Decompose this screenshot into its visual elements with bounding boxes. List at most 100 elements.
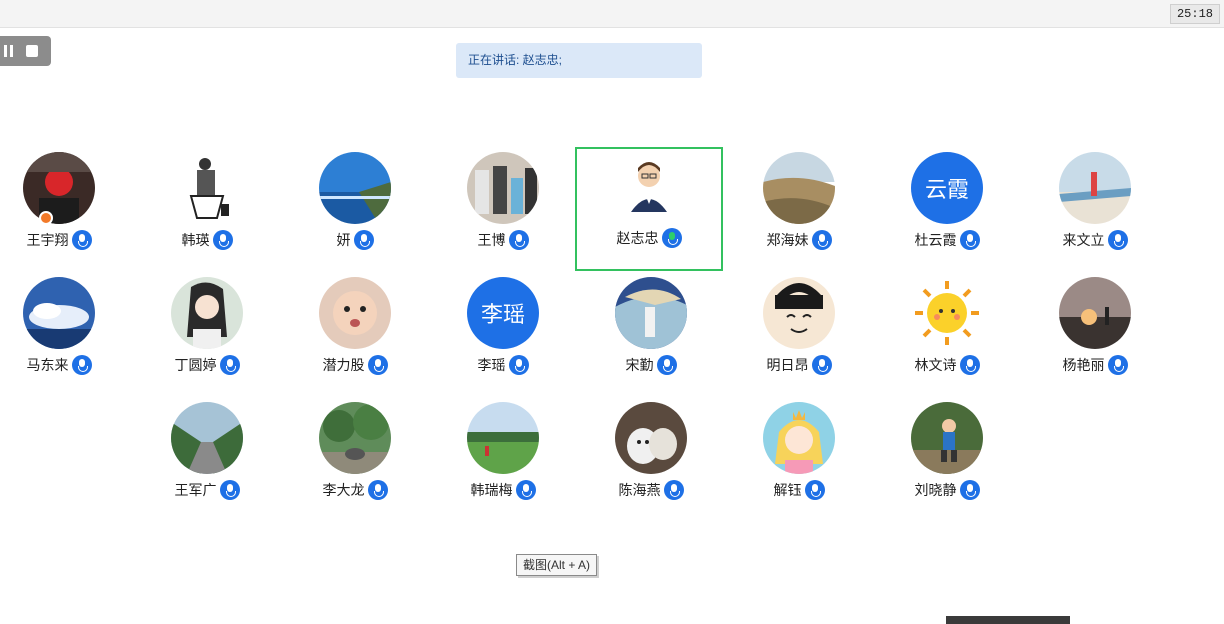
participant-card[interactable]: 来文立 [1021, 149, 1169, 273]
avatar-image [1059, 277, 1131, 349]
microphone-icon[interactable] [811, 230, 832, 250]
host-badge-icon [39, 211, 53, 225]
avatar-image [467, 152, 539, 224]
microphone-icon[interactable] [219, 355, 240, 375]
participant-name: 韩瑞梅 [470, 483, 513, 499]
participant-name-row: 宋勤 [577, 355, 725, 375]
avatar [1059, 152, 1131, 224]
participant-name: 陈海燕 [618, 483, 661, 499]
participant-card[interactable]: 潜力股 [281, 274, 429, 398]
participant-name: 潜力股 [322, 358, 365, 374]
participant-card[interactable]: 宋勤 [577, 274, 725, 398]
avatar-image [171, 277, 243, 349]
participant-card[interactable]: 丁圆婷 [133, 274, 281, 398]
microphone-icon[interactable] [219, 480, 240, 500]
avatar [23, 152, 95, 224]
microphone-icon[interactable] [71, 355, 92, 375]
participant-name-row: 来文立 [1021, 230, 1169, 250]
participant-card[interactable]: 陈海燕 [577, 399, 725, 523]
participant-name: 李瑶 [477, 358, 506, 374]
participant-name-row: 王宇翔 [0, 230, 133, 250]
participant-card[interactable]: 云霞杜云霞 [873, 149, 1021, 273]
avatar-image [911, 402, 983, 474]
participant-card[interactable]: 明日昂 [725, 274, 873, 398]
participant-name-row: 解钰 [725, 480, 873, 500]
participant-card[interactable]: 马东来 [0, 274, 133, 398]
participant-name: 韩瑛 [181, 233, 210, 249]
avatar [1059, 277, 1131, 349]
participant-card[interactable]: 李瑶 李瑶 [429, 274, 577, 398]
participant-card[interactable]: 韩瑞梅 [429, 399, 577, 523]
avatar [467, 152, 539, 224]
microphone-icon[interactable] [959, 480, 980, 500]
microphone-icon[interactable] [959, 355, 980, 375]
participant-name: 丁圆婷 [174, 358, 217, 374]
avatar-image [1059, 152, 1131, 224]
avatar [171, 277, 243, 349]
participant-card[interactable]: 王宇翔 [0, 149, 133, 273]
microphone-icon[interactable] [661, 228, 682, 248]
top-bar: 25:18 [0, 0, 1224, 28]
taskbar-fragment [946, 616, 1070, 624]
participant-name: 来文立 [1062, 233, 1105, 249]
microphone-icon[interactable] [804, 480, 825, 500]
participant-card[interactable]: 解钰 [725, 399, 873, 523]
participant-name: 明日昂 [766, 358, 809, 374]
participant-name-row: 杨艳丽 [1021, 355, 1169, 375]
participant-card[interactable]: 刘晓静 [873, 399, 1021, 523]
microphone-icon[interactable] [212, 230, 233, 250]
stop-icon[interactable] [26, 45, 38, 57]
microphone-icon[interactable] [656, 355, 677, 375]
participant-card[interactable]: 郑海妹 [725, 149, 873, 273]
screenshot-tooltip: 截图(Alt + A) [516, 554, 598, 576]
participant-name-row: 杜云霞 [873, 230, 1021, 250]
pause-icon[interactable] [4, 45, 13, 57]
participant-name-row: 郑海妹 [725, 230, 873, 250]
participant-card[interactable]: 杨艳丽 [1021, 274, 1169, 398]
participant-card[interactable]: 李大龙 [281, 399, 429, 523]
participant-name: 杜云霞 [914, 233, 957, 249]
avatar-image [763, 152, 835, 224]
participant-card[interactable]: 王博 [429, 149, 577, 273]
participant-name: 杨艳丽 [1062, 358, 1105, 374]
avatar [319, 277, 391, 349]
participant-card[interactable]: 妍 [281, 149, 429, 273]
participant-name-row: 陈海燕 [577, 480, 725, 500]
speaking-indicator: 正在讲话: 赵志忠; [456, 43, 702, 78]
avatar: 李瑶 [467, 277, 539, 349]
participant-name: 解钰 [773, 483, 802, 499]
participant-name-row: 潜力股 [281, 355, 429, 375]
participant-name-row: 韩瑞梅 [429, 480, 577, 500]
microphone-icon[interactable] [508, 230, 529, 250]
avatar [171, 152, 243, 224]
microphone-icon[interactable] [959, 230, 980, 250]
avatar [615, 277, 687, 349]
avatar-initials: 云霞 [924, 178, 969, 203]
microphone-icon[interactable] [663, 480, 684, 500]
avatar-image [467, 402, 539, 474]
microphone-icon[interactable] [71, 230, 92, 250]
avatar [171, 402, 243, 474]
avatar [763, 277, 835, 349]
microphone-icon[interactable] [1107, 355, 1128, 375]
avatar [23, 277, 95, 349]
participant-name: 马东来 [26, 358, 69, 374]
avatar-image [23, 152, 95, 224]
participant-card[interactable]: 王军广 [133, 399, 281, 523]
microphone-icon[interactable] [508, 355, 529, 375]
microphone-icon[interactable] [1107, 230, 1128, 250]
participant-card[interactable]: 赵志忠 [575, 147, 723, 271]
microphone-icon[interactable] [367, 480, 388, 500]
participant-name-row: 李瑶 [429, 355, 577, 375]
microphone-icon[interactable] [367, 355, 388, 375]
microphone-icon[interactable] [811, 355, 832, 375]
participant-name: 宋勤 [625, 358, 654, 374]
microphone-icon[interactable] [353, 230, 374, 250]
microphone-icon[interactable] [515, 480, 536, 500]
avatar [615, 402, 687, 474]
participant-card[interactable]: 林文诗 [873, 274, 1021, 398]
avatar [613, 150, 685, 222]
avatar [911, 402, 983, 474]
avatar-image [171, 402, 243, 474]
participant-card[interactable]: 韩瑛 [133, 149, 281, 273]
